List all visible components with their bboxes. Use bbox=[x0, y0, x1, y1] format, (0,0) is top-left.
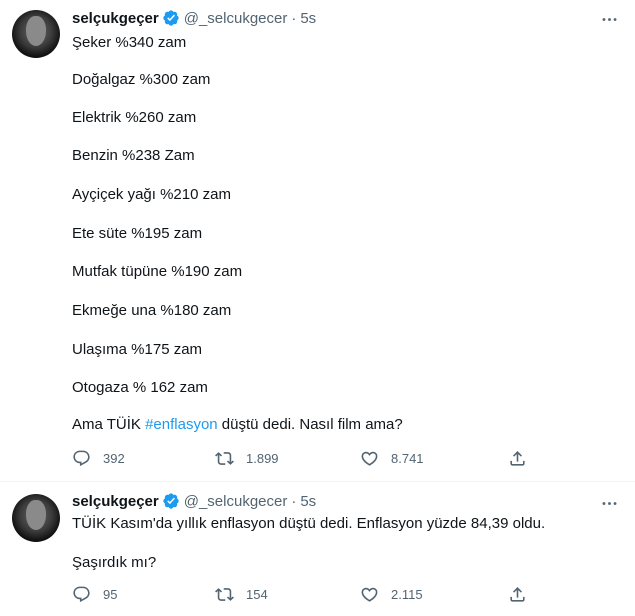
avatar[interactable] bbox=[12, 494, 60, 542]
more-icon[interactable] bbox=[597, 491, 621, 515]
timestamp[interactable]: 5s bbox=[300, 493, 316, 510]
tweet-text-line: Otogaza % 162 zam bbox=[72, 379, 208, 396]
reply-button[interactable]: 392 bbox=[72, 448, 125, 468]
author-name[interactable]: selçukgeçer bbox=[72, 10, 159, 27]
author-name[interactable]: selçukgeçer bbox=[72, 493, 159, 510]
share-icon bbox=[510, 586, 525, 602]
like-count: 8.741 bbox=[391, 450, 424, 466]
avatar-face bbox=[26, 16, 46, 46]
text-segment: düştü dedi. Nasıl film ama? bbox=[217, 416, 403, 433]
share-button[interactable] bbox=[508, 584, 527, 604]
tweet-text-line: Mutfak tüpüne %190 zam bbox=[72, 263, 243, 280]
retweet-icon bbox=[215, 451, 234, 465]
more-icon[interactable] bbox=[597, 7, 621, 31]
tweet[interactable]: selçukgeçer @_selcukgecer · 5s Şeker %34… bbox=[0, 0, 635, 482]
reply-button[interactable]: 95 bbox=[72, 584, 117, 604]
like-count: 2.115 bbox=[391, 586, 423, 602]
author-handle[interactable]: @_selcukgecer bbox=[184, 493, 288, 510]
retweet-button[interactable]: 154 bbox=[215, 584, 268, 604]
tweet-text-line: Ete süte %195 zam bbox=[72, 225, 203, 242]
verified-badge-icon bbox=[162, 9, 180, 27]
verified-badge-icon bbox=[162, 492, 180, 510]
tweet-text-line: Ayçiçek yağı %210 zam bbox=[72, 186, 231, 203]
reply-icon bbox=[73, 586, 90, 602]
separator-dot: · bbox=[291, 492, 297, 510]
tweet-text-line: Şeker %340 zam bbox=[72, 34, 187, 51]
tweet-actions: 95 154 2.115 bbox=[72, 584, 532, 604]
tweet-text-line: Ulaşıma %175 zam bbox=[72, 341, 203, 358]
tweet-actions: 392 1.899 8.741 bbox=[72, 448, 532, 468]
like-icon bbox=[361, 587, 378, 602]
like-button[interactable]: 8.741 bbox=[360, 448, 424, 468]
share-button[interactable] bbox=[508, 448, 527, 468]
reply-icon bbox=[73, 450, 90, 466]
tweet-text-line: Ekmeğe una %180 zam bbox=[72, 302, 232, 319]
author-handle[interactable]: @_selcukgecer bbox=[184, 10, 288, 27]
text-segment: Ama TÜİK bbox=[72, 416, 146, 433]
timestamp[interactable]: 5s bbox=[300, 10, 316, 27]
retweet-icon bbox=[215, 587, 234, 601]
tweet-text-line: Ama TÜİK #enflasyon düştü dedi. Nasıl fi… bbox=[72, 415, 403, 435]
tweet[interactable]: selçukgeçer @_selcukgecer · 5s TÜİK Kası… bbox=[0, 482, 635, 616]
reply-count: 95 bbox=[103, 586, 118, 602]
reply-count: 392 bbox=[103, 450, 125, 466]
avatar-face bbox=[26, 500, 46, 530]
tweet-text-line: TÜİK Kasım'da yıllık enflasyon düştü ded… bbox=[72, 515, 546, 532]
like-button[interactable]: 2.115 bbox=[360, 584, 423, 604]
tweet-text-line: Elektrik %260 zam bbox=[72, 109, 197, 126]
tweet-header: selçukgeçer @_selcukgecer · 5s bbox=[72, 491, 316, 511]
tweet-text-line: Doğalgaz %300 zam bbox=[72, 71, 211, 88]
share-icon bbox=[510, 450, 525, 466]
retweet-button[interactable]: 1.899 bbox=[215, 448, 279, 468]
retweet-count: 1.899 bbox=[246, 450, 279, 466]
tweet-text-line: Şaşırdık mı? bbox=[72, 554, 157, 571]
tweet-text-line: Benzin %238 Zam bbox=[72, 147, 195, 164]
like-icon bbox=[361, 451, 378, 466]
avatar[interactable] bbox=[12, 10, 60, 58]
separator-dot: · bbox=[291, 9, 297, 27]
hashtag-link[interactable]: #enflasyon bbox=[145, 416, 218, 433]
retweet-count: 154 bbox=[246, 586, 268, 602]
tweet-header: selçukgeçer @_selcukgecer · 5s bbox=[72, 8, 316, 28]
